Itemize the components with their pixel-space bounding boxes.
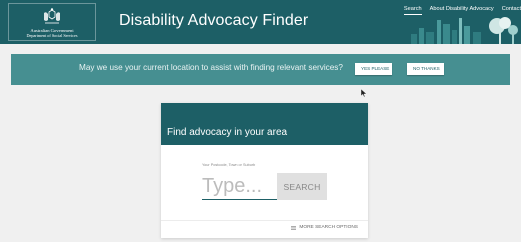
location-question: May we use your current location to assi… — [79, 63, 343, 72]
yes-please-button[interactable]: YES PLEASE — [355, 63, 392, 75]
coat-of-arms-icon — [44, 8, 60, 24]
more-search-options-link[interactable]: MORE SEARCH OPTIONS — [291, 225, 358, 230]
location-permission-banner: May we use your current location to assi… — [11, 54, 510, 85]
search-card-title: Find advocacy in your area — [167, 127, 288, 138]
mouse-cursor-icon — [361, 89, 367, 97]
no-thanks-button[interactable]: NO THANKS — [407, 63, 444, 75]
site-header: Australian Government Department of Soci… — [0, 0, 521, 44]
search-card-header: Find advocacy in your area — [161, 103, 368, 145]
location-search-input[interactable] — [202, 173, 277, 200]
filter-icon — [291, 225, 297, 230]
more-search-options-label: MORE SEARCH OPTIONS — [299, 225, 358, 230]
gov-name-line2: Department of Social Services — [26, 33, 78, 38]
location-field-label: Your Postcode, Town or Suburb — [202, 163, 256, 167]
government-logo[interactable]: Australian Government Department of Soci… — [8, 3, 96, 41]
card-divider — [161, 220, 368, 221]
site-title[interactable]: Disability Advocacy Finder — [119, 12, 308, 30]
search-card: Find advocacy in your area Your Postcode… — [161, 103, 368, 238]
city-skyline-illustration — [411, 17, 518, 44]
search-button[interactable]: SEARCH — [277, 173, 327, 200]
